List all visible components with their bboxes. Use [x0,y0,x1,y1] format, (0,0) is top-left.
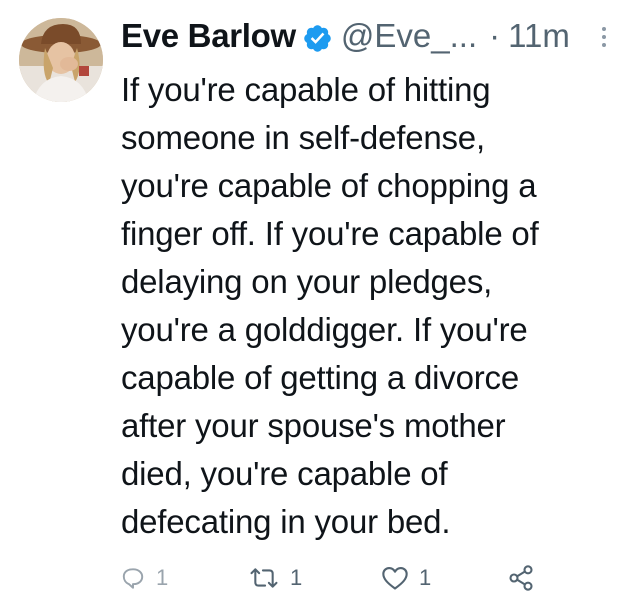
tweet-text-line: delaying on your pledges, [121,263,493,300]
like-button[interactable]: 1 [381,560,431,596]
tweet-text: If you're capable of hitting someone in … [121,66,626,546]
like-count: 1 [419,565,432,590]
share-button[interactable] [507,560,545,596]
tweet-text-line: you're a golddigger. If you're [121,311,528,348]
tweet-text-line: someone in self-defense, [121,119,485,156]
tweet-text-line: after your spouse's mother [121,407,506,444]
reply-count: 1 [156,565,169,590]
retweet-count: 1 [290,565,303,590]
avatar[interactable] [19,18,103,102]
tweet-header: Eve Barlow @Eve_... · 11m [121,14,570,58]
avatar-image [19,18,103,102]
tweet-card[interactable]: Eve Barlow @Eve_... · 11m If you're capa… [0,0,640,600]
author-handle[interactable]: @Eve_... [341,14,477,58]
tweet-text-line: finger off. If you're capable of [121,215,539,252]
retweet-icon [250,568,278,588]
reply-bubble-icon [122,568,144,589]
tweet-timestamp[interactable]: 11m [508,14,570,58]
tweet-text-line: died, you're capable of [121,455,448,492]
author-display-name[interactable]: Eve Barlow [121,14,296,58]
separator-dot: · [489,17,501,54]
verified-badge-icon [302,21,333,52]
share-icon [509,565,533,591]
reply-button[interactable]: 1 [120,560,168,596]
retweet-button[interactable]: 1 [248,560,302,596]
tweet-text-line: capable of getting a divorce [121,359,520,396]
more-vertical-icon[interactable] [600,26,608,48]
tweet-action-bar: 1 1 1 [0,560,640,596]
tweet-text-line: If you're capable of hitting [121,71,491,108]
heart-icon [382,567,408,590]
tweet-text-line: you're capable of chopping a [121,167,537,204]
tweet-text-line: defecating in your bed. [121,503,451,540]
